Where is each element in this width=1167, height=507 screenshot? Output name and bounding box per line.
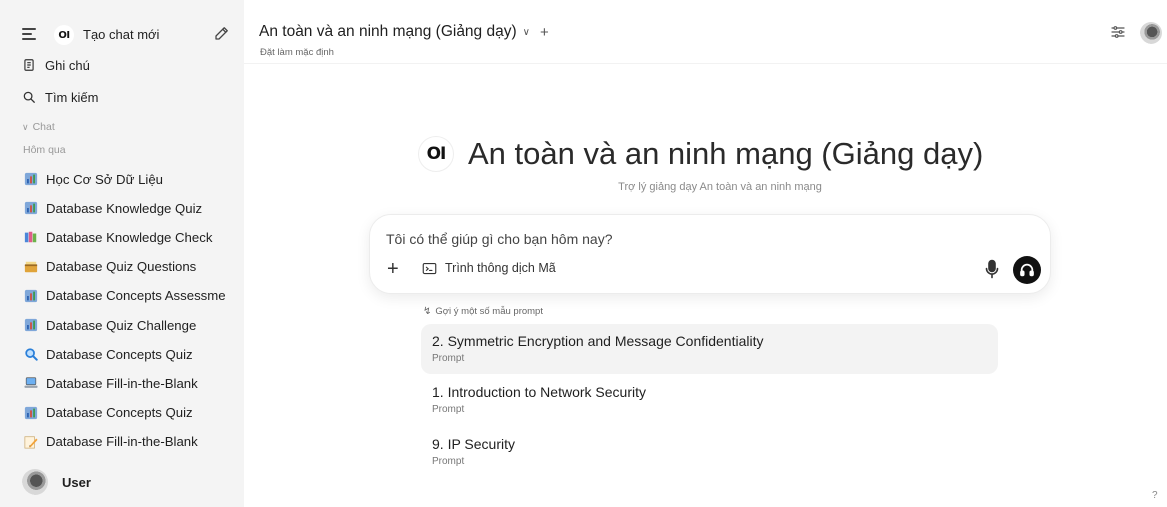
search-icon: [23, 91, 35, 103]
prompt-suggestion[interactable]: 9. IP Security Prompt: [421, 427, 998, 477]
chat-history-item[interactable]: Database Concepts Quiz: [24, 402, 236, 424]
set-default-link[interactable]: Đặt làm mặc định: [260, 47, 334, 58]
bar-chart-icon: [24, 406, 38, 419]
hero: OI An toàn và an ninh mạng (Giảng dạy): [418, 135, 983, 173]
card-box-icon: [24, 261, 38, 272]
chat-history-label: Database Knowledge Check: [46, 229, 213, 245]
chat-history-item[interactable]: Học Cơ Sở Dữ Liệu: [24, 168, 236, 190]
prompt-title: 1. Introduction to Network Security: [432, 384, 646, 400]
bar-chart-icon: [24, 318, 38, 332]
suggestions-label: Gợi ý một số mẫu prompt: [435, 306, 543, 317]
edit-icon[interactable]: [213, 24, 231, 42]
logo: OI: [54, 25, 74, 45]
chat-history-label: Học Cơ Sở Dữ Liệu: [46, 171, 164, 187]
code-interpreter-label: Trình thông dịch Mã: [445, 261, 556, 275]
terminal-icon: [422, 262, 437, 274]
suggestions-header: ↯ Gợi ý một số mẫu prompt: [423, 306, 543, 317]
chat-history-item[interactable]: Database Concepts Assessme: [24, 285, 236, 307]
user-menu[interactable]: User: [22, 469, 91, 495]
pencil-memo-icon: [24, 436, 38, 449]
user-name: User: [62, 474, 91, 490]
sidebar-item-label: Ghi chú: [45, 57, 90, 73]
chat-history-item[interactable]: Database Quiz Questions: [24, 256, 236, 278]
chat-section-toggle[interactable]: ∨ Chat: [22, 121, 55, 133]
chat-history-label: Database Fill-in-the-Blank: [46, 434, 198, 450]
controls-icon[interactable]: [1110, 24, 1126, 40]
lightning-icon: ↯: [423, 306, 432, 317]
prompt-title: 2. Symmetric Encryption and Message Conf…: [432, 333, 764, 349]
yesterday-label: Hôm qua: [23, 144, 66, 156]
chat-history-item[interactable]: Database Concepts Quiz: [24, 343, 236, 365]
prompt-subtitle: Prompt: [432, 456, 465, 467]
bar-chart-icon: [24, 202, 38, 215]
chat-history-item[interactable]: Database Fill-in-the-Blank: [24, 372, 236, 394]
message-input[interactable]: [386, 231, 946, 247]
books-icon: [24, 232, 37, 243]
magnifier-icon: [25, 348, 38, 361]
top-bar: An toàn và an ninh mạng (Giảng dạy) ∨ + …: [244, 0, 1167, 64]
prompt-title: 9. IP Security: [432, 436, 516, 452]
sidebar-item-label: Tìm kiếm: [45, 89, 99, 105]
chat-history-label: Database Knowledge Quiz: [46, 200, 203, 216]
hero-subtitle: Trợ lý giảng dạy An toàn và an ninh mạng: [618, 181, 822, 193]
avatar: [22, 469, 48, 495]
message-composer: + Trình thông dịch Mã: [369, 214, 1051, 294]
chat-section-label: Chat: [32, 121, 55, 133]
voice-mode-button[interactable]: [1013, 256, 1041, 284]
chat-history-label: Database Concepts Quiz: [46, 346, 193, 362]
add-model-icon[interactable]: +: [540, 24, 549, 41]
attach-plus-button[interactable]: +: [387, 259, 399, 279]
model-title: An toàn và an ninh mạng (Giảng dạy): [259, 23, 517, 40]
headphones-icon: [1020, 263, 1034, 277]
prompt-suggestion[interactable]: 1. Introduction to Network Security Prom…: [421, 375, 998, 425]
bar-chart-icon: [24, 289, 38, 302]
sidebar-item-notes[interactable]: Ghi chú: [22, 55, 90, 75]
laptop-icon: [24, 377, 38, 389]
bar-chart-icon: [24, 172, 38, 186]
model-logo: OI: [418, 136, 454, 172]
sidebar-item-search[interactable]: Tìm kiếm: [22, 87, 98, 107]
chat-history-item[interactable]: Database Knowledge Check: [24, 226, 236, 248]
chat-history-item[interactable]: Database Quiz Challenge: [24, 314, 236, 336]
sidebar: OI Tạo chat mới Ghi chú Tìm kiếm ∨ Chat H…: [0, 0, 244, 507]
chat-history-label: Database Quiz Challenge: [46, 317, 197, 333]
chat-history-item[interactable]: Database Knowledge Quiz: [24, 197, 236, 219]
chat-history-label: Database Concepts Assessme: [46, 288, 226, 304]
menu-icon[interactable]: [22, 28, 36, 40]
prompt-subtitle: Prompt: [432, 404, 465, 415]
microphone-icon[interactable]: [984, 259, 1000, 279]
notes-icon: [24, 59, 34, 71]
prompt-subtitle: Prompt: [432, 353, 465, 364]
new-chat-button[interactable]: Tạo chat mới: [83, 27, 159, 42]
chevron-down-icon: ∨: [522, 26, 530, 38]
code-interpreter-button[interactable]: Trình thông dịch Mã: [422, 261, 556, 275]
chat-history-label: Database Concepts Quiz: [46, 405, 193, 421]
sidebar-header: OI Tạo chat mới: [0, 20, 244, 50]
hero-title: An toàn và an ninh mạng (Giảng dạy): [468, 136, 984, 171]
chat-history-label: Database Fill-in-the-Blank: [46, 375, 198, 391]
prompt-suggestion[interactable]: 2. Symmetric Encryption and Message Conf…: [421, 324, 998, 374]
chat-history-item[interactable]: Database Fill-in-the-Blank: [24, 431, 236, 453]
chevron-down-icon: ∨: [22, 122, 29, 132]
chat-history-label: Database Quiz Questions: [46, 259, 197, 275]
model-selector[interactable]: An toàn và an ninh mạng (Giảng dạy) ∨ +: [259, 23, 549, 41]
help-button[interactable]: ?: [1152, 490, 1158, 501]
header-avatar[interactable]: [1140, 22, 1162, 44]
